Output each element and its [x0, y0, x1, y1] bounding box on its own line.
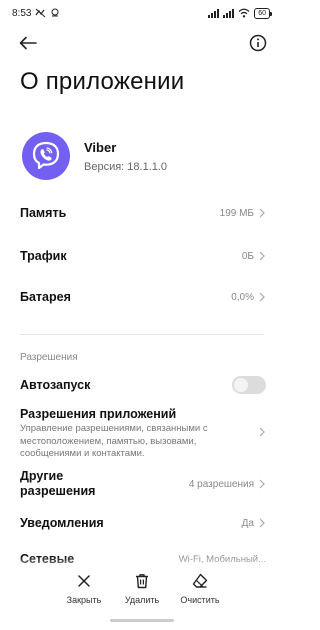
- autostart-row[interactable]: Автозапуск: [20, 376, 266, 394]
- storage-value-group: 199 МБ: [220, 208, 266, 219]
- signal-2-icon: [223, 8, 235, 18]
- storage-row[interactable]: Память 199 МБ: [20, 206, 266, 220]
- page-title: О приложении: [20, 68, 185, 95]
- info-icon: [249, 34, 267, 52]
- info-button[interactable]: [247, 32, 269, 54]
- battery-label: Батарея: [20, 290, 71, 304]
- status-right: 60: [208, 7, 272, 19]
- other-permissions-value: 4 разрешения: [188, 478, 254, 490]
- close-button[interactable]: Закрыть: [59, 572, 109, 612]
- autostart-label: Автозапуск: [20, 378, 91, 392]
- other-permissions-value-group: 4 разрешения: [189, 479, 266, 490]
- back-arrow-icon: [19, 36, 37, 50]
- divider: [20, 334, 264, 335]
- no-sound-icon: [35, 8, 46, 18]
- chevron-right-icon: [259, 208, 265, 218]
- app-text: Viber Версия: 18.1.1.0: [84, 140, 167, 173]
- traffic-value-group: 0Б: [242, 251, 266, 262]
- notifications-value-group: Да: [242, 518, 266, 529]
- other-permissions-label: Другие разрешения: [20, 469, 96, 498]
- notifications-value: Да: [241, 517, 254, 529]
- home-indicator[interactable]: [110, 619, 174, 622]
- battery-value: 0,0%: [231, 291, 254, 303]
- autostart-toggle[interactable]: [232, 376, 266, 394]
- viber-icon: [22, 132, 70, 180]
- bottom-action-bar: Закрыть Удалить Очистить: [0, 572, 284, 612]
- permissions-section-label: Разрешения: [20, 352, 78, 363]
- eraser-icon: [192, 573, 208, 588]
- chevron-right-icon: [259, 518, 265, 528]
- chevron-right-icon: [259, 427, 265, 437]
- app-permissions-row[interactable]: Разрешения приложений Управление разреше…: [20, 407, 266, 461]
- chevron-right-icon: [259, 479, 265, 489]
- delete-button[interactable]: Удалить: [117, 572, 167, 612]
- trash-icon: [136, 574, 148, 589]
- signal-icon: [208, 8, 220, 18]
- clear-button[interactable]: Очистить: [175, 572, 225, 612]
- battery-row[interactable]: Батарея 0,0%: [20, 290, 266, 304]
- close-icon: [78, 575, 90, 587]
- traffic-row[interactable]: Трафик 0Б: [20, 249, 266, 263]
- status-left: 8:53: [12, 8, 60, 19]
- storage-label: Память: [20, 206, 67, 220]
- battery-value-group: 0,0%: [231, 292, 266, 303]
- delete-label: Удалить: [124, 595, 160, 605]
- app-permissions-description: Управление разрешениями, связанными с ме…: [20, 423, 208, 459]
- other-permissions-row[interactable]: Другие разрешения 4 разрешения: [20, 468, 266, 500]
- app-header: Viber Версия: 18.1.1.0: [22, 130, 262, 182]
- status-time: 8:53: [12, 7, 32, 19]
- traffic-label: Трафик: [20, 249, 67, 263]
- app-name: Viber: [84, 139, 117, 155]
- status-bar: 8:53 60: [0, 0, 284, 26]
- app-permissions-title: Разрешения приложений: [20, 407, 177, 421]
- clear-label: Очистить: [180, 595, 220, 605]
- back-button[interactable]: [16, 32, 40, 54]
- storage-value: 199 МБ: [219, 207, 254, 219]
- top-bar: [0, 30, 284, 56]
- notifications-label: Уведомления: [20, 516, 104, 530]
- notification-icon: [51, 8, 59, 17]
- app-version: Версия: 18.1.1.0: [84, 160, 168, 173]
- chevron-right-icon: [259, 251, 265, 261]
- wifi-icon: [238, 8, 250, 18]
- notifications-row[interactable]: Уведомления Да: [20, 516, 266, 530]
- traffic-value: 0Б: [241, 250, 254, 262]
- chevron-right-icon: [259, 292, 265, 302]
- close-label: Закрыть: [66, 595, 102, 605]
- battery-icon: 60: [254, 7, 272, 19]
